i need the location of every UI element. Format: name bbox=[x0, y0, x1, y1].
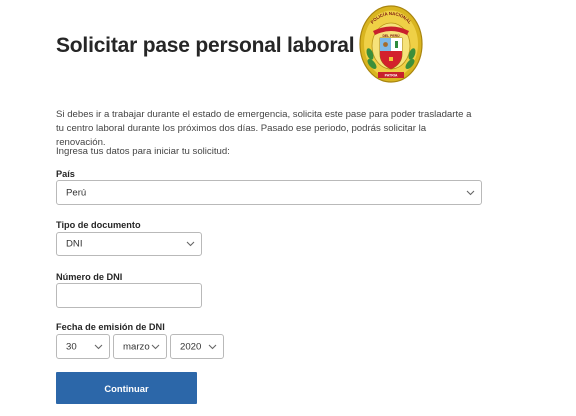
country-select-value: Perú bbox=[66, 187, 87, 198]
issue-year-value: 2020 bbox=[180, 341, 202, 352]
intro-text: Si debes ir a trabajar durante el estado… bbox=[56, 109, 472, 148]
country-select[interactable]: Perú bbox=[56, 180, 482, 205]
chevron-down-icon bbox=[466, 190, 475, 195]
issue-month-select[interactable]: marzo bbox=[113, 334, 167, 359]
chevron-down-icon bbox=[186, 241, 195, 247]
issue-month-value: marzo bbox=[123, 341, 150, 352]
dni-number-input[interactable] bbox=[56, 283, 202, 308]
issue-day-select[interactable]: 30 bbox=[56, 334, 110, 359]
crest-ribbon-text: PATRIA bbox=[385, 74, 398, 78]
document-type-select-value: DNI bbox=[66, 238, 83, 250]
chevron-down-icon bbox=[208, 344, 217, 349]
document-type-select[interactable]: DNI bbox=[56, 232, 202, 256]
chevron-down-icon bbox=[94, 344, 103, 349]
issue-day-value: 30 bbox=[66, 341, 77, 352]
policia-nacional-crest-icon: PATRIA POLICÍA NACIONAL DEL PERÚ bbox=[359, 5, 423, 83]
chevron-down-icon bbox=[151, 344, 160, 349]
crest-mid-text: DEL PERÚ bbox=[382, 33, 400, 38]
issue-date-label: Fecha de emisión de DNI bbox=[56, 322, 165, 332]
continue-button[interactable]: Continuar bbox=[56, 372, 197, 404]
continue-button-label: Continuar bbox=[104, 382, 149, 394]
page-title: Solicitar pase personal laboral bbox=[56, 34, 355, 57]
document-type-label: Tipo de documento bbox=[56, 220, 141, 230]
country-label: País bbox=[56, 169, 75, 179]
issue-year-select[interactable]: 2020 bbox=[170, 334, 224, 359]
dni-number-label: Número de DNI bbox=[56, 272, 123, 282]
instructions-text: Ingresa tus datos para iniciar tu solici… bbox=[56, 146, 230, 157]
